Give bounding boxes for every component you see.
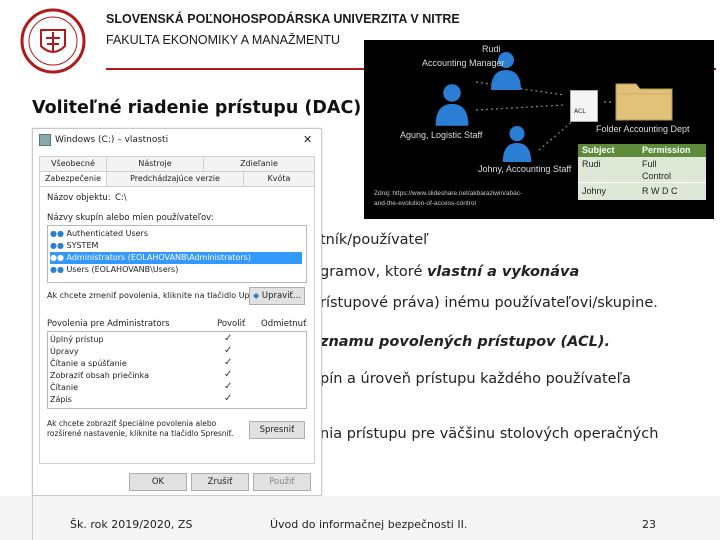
allow-header: Povoliť — [217, 319, 246, 329]
check-icon: ✓ — [224, 369, 233, 380]
table-cell: Rudi — [582, 159, 601, 169]
object-name-value: C:\ — [115, 193, 127, 203]
footer-course: Úvod do informačnej bezpečnosti II. — [270, 518, 468, 531]
list-item[interactable]: ●● Users (EOLAHOVANB\Users) — [50, 264, 178, 276]
table-header-permission: Permission — [642, 145, 691, 155]
permission-row: Čítanie a spúšťanie — [50, 359, 127, 368]
cancel-button[interactable]: Zrušiť — [191, 473, 249, 491]
permission-row: Zápis — [50, 395, 72, 404]
person-icon-rudi — [491, 52, 521, 90]
person-label-johny: Johny, Accounting Staff — [478, 164, 572, 174]
folder-icon — [615, 83, 673, 121]
permissions-list: Úplný prístup Úpravy Čítanie a spúšťanie… — [47, 331, 307, 409]
permission-row: Zobraziť obsah priečinka — [50, 371, 149, 380]
university-name: SLOVENSKÁ POĽNOHOSPODÁRSKA UNIVERZITA V … — [106, 12, 460, 26]
permission-row: Čítanie — [50, 383, 79, 392]
table-header-subject: Subject — [582, 145, 615, 155]
body-line-3: rístupové práva) inému používateľovi/sku… — [320, 295, 658, 311]
table-cell: R W D C — [642, 186, 678, 196]
body-line-4: znamu povolených prístupov (ACL). — [320, 334, 610, 350]
acl-document-icon: ACL — [570, 90, 598, 122]
slide-title: Voliteľné riadenie prístupu (DAC) — [32, 98, 362, 118]
footer-divider — [32, 496, 33, 540]
tab-security[interactable]: Zabezpečenie — [39, 171, 107, 187]
special-permissions-hint-2: rozšírené nastavenie, kliknite na tlačid… — [47, 429, 234, 438]
permission-row: Úplný prístup — [50, 335, 104, 344]
check-icon: ✓ — [224, 333, 233, 344]
groups-list[interactable]: ●● Authenticated Users ●● SYSTEM ●● Admi… — [47, 225, 307, 283]
users-icon: ●● — [50, 241, 64, 250]
dialog-title: Windows (C:) – vlastnosti — [55, 135, 169, 145]
table-cell: Control — [642, 171, 672, 181]
person-icon-johny — [502, 126, 532, 162]
list-item[interactable]: ●● Authenticated Users — [50, 228, 148, 240]
deny-header: Odmietnuť — [261, 319, 307, 329]
footer-year: Šk. rok 2019/2020, ZS — [70, 518, 193, 531]
apply-button[interactable]: Použiť — [253, 473, 311, 491]
list-item[interactable]: ●● SYSTEM — [50, 240, 98, 252]
page-number: 23 — [642, 518, 656, 531]
users-icon: ●● — [50, 265, 64, 274]
acl-label: ACL — [574, 108, 586, 115]
shield-icon: ◆ — [252, 291, 260, 300]
ok-button[interactable]: OK — [129, 473, 187, 491]
permission-table: Subject Permission Rudi Full Control Joh… — [578, 144, 706, 200]
body-line-6: nia prístupu pre väčšinu stolových opera… — [320, 426, 659, 442]
tab-tools[interactable]: Nástroje — [106, 156, 204, 172]
advanced-button[interactable]: Spresniť — [249, 421, 305, 439]
image-source: Zdroj: https://www.slideshare.net/akbara… — [374, 190, 523, 197]
special-permissions-hint: Ak chcete zobraziť špeciálne povolenia a… — [47, 419, 217, 428]
drive-icon — [39, 134, 51, 146]
close-icon[interactable]: ✕ — [303, 133, 312, 146]
check-icon: ✓ — [224, 357, 233, 368]
users-icon: ●● — [50, 229, 64, 238]
dialog-titlebar[interactable]: Windows (C:) – vlastnosti ✕ — [33, 129, 321, 153]
object-name-label: Názov objektu: — [47, 193, 111, 203]
edit-button[interactable]: ◆ Upraviť... — [249, 287, 305, 305]
person-label-agung: Agung, Logistic Staff — [400, 130, 483, 140]
check-icon: ✓ — [224, 393, 233, 404]
folder-label: Folder Accounting Dept — [596, 124, 690, 134]
person-name-rudi: Rudi — [482, 44, 501, 54]
person-role-rudi: Accounting Manager — [422, 58, 505, 68]
permissions-for-label: Povolenia pre Administrators — [47, 319, 170, 329]
tab-previous-versions[interactable]: Predchádzajúce verzie — [106, 171, 244, 187]
properties-dialog: Windows (C:) – vlastnosti ✕ Všeobecné Ná… — [32, 128, 322, 496]
permission-row: Úpravy — [50, 347, 79, 356]
tab-quota[interactable]: Kvóta — [243, 171, 315, 187]
groups-label: Názvy skupín alebo mien používateľov: — [47, 213, 214, 223]
check-icon: ✓ — [224, 381, 233, 392]
users-icon: ●● — [50, 253, 64, 262]
body-line-5: pín a úroveň prístupu každého používateľ… — [320, 371, 631, 387]
tab-general[interactable]: Všeobecné — [39, 156, 107, 172]
body-line-2: gramov, ktoré vlastní a vykonáva — [320, 264, 580, 280]
check-icon: ✓ — [224, 345, 233, 356]
image-source-2: and-the-evolution-of-access-control — [374, 200, 476, 207]
person-icon-agung — [435, 84, 469, 126]
table-cell: Johny — [582, 186, 607, 196]
dac-illustration: Rudi Accounting Manager Agung, Logistic … — [364, 40, 714, 219]
university-logo — [20, 8, 86, 74]
list-item-selected[interactable]: ●● Administrators (EOLAHOVANB\Administra… — [50, 252, 302, 264]
tab-sharing[interactable]: Zdieľanie — [203, 156, 315, 172]
change-permissions-hint: Ak chcete zmeniť povolenia, kliknite na … — [47, 291, 255, 300]
faculty-name: FAKULTA EKONOMIKY A MANAŽMENTU — [106, 33, 341, 47]
body-line-1: tník/používateľ — [320, 232, 429, 248]
table-cell: Full — [642, 159, 657, 169]
